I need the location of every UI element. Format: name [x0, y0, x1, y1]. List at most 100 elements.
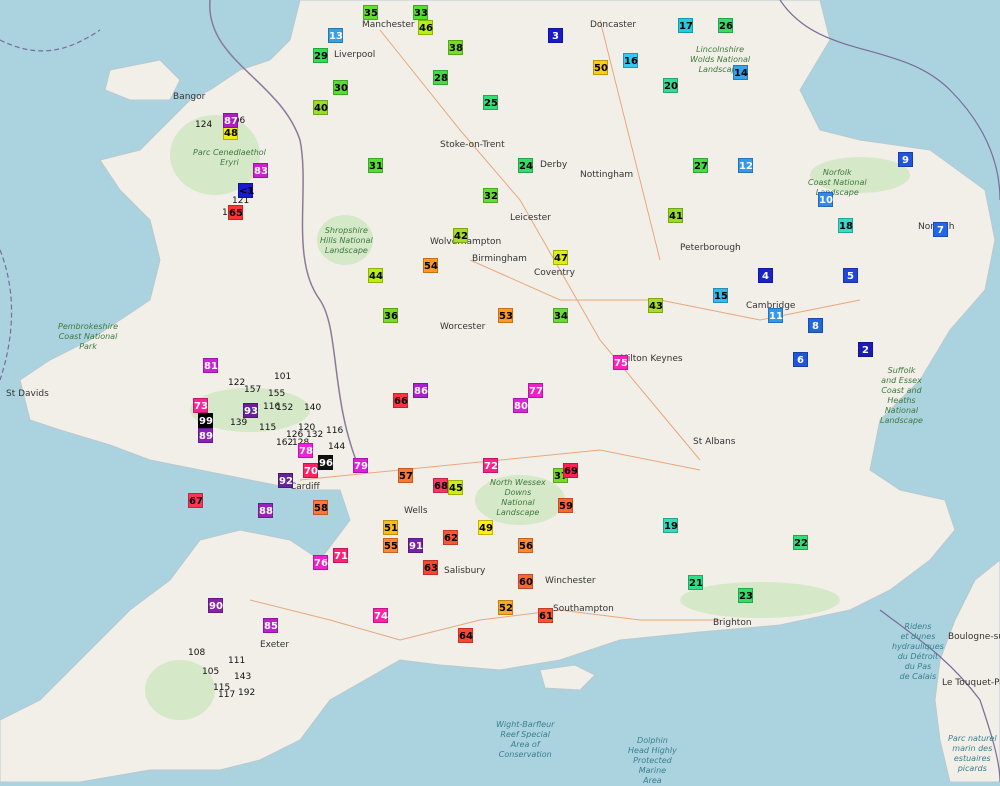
reading-marker[interactable]: 4 [758, 268, 773, 283]
reading-marker[interactable]: 60 [518, 574, 533, 589]
reading-marker[interactable]: 40 [313, 100, 328, 115]
reading-marker[interactable]: 86 [413, 383, 428, 398]
reading-marker[interactable]: 92 [278, 473, 293, 488]
reading-marker[interactable]: 67 [188, 493, 203, 508]
reading-value[interactable]: 144 [328, 442, 345, 453]
reading-marker[interactable]: 41 [668, 208, 683, 223]
reading-marker[interactable]: 55 [383, 538, 398, 553]
reading-value[interactable]: 111 [228, 656, 245, 667]
reading-marker[interactable]: <1 [238, 183, 254, 198]
reading-marker[interactable]: 22 [793, 535, 808, 550]
reading-value[interactable]: 122 [228, 378, 245, 389]
reading-marker[interactable]: 78 [298, 443, 313, 458]
reading-marker[interactable]: 12 [738, 158, 753, 173]
reading-marker[interactable]: 50 [593, 60, 608, 75]
reading-marker[interactable]: 47 [553, 250, 568, 265]
reading-marker[interactable]: 93 [243, 403, 258, 418]
reading-marker[interactable]: 63 [423, 560, 438, 575]
reading-marker[interactable]: 90 [208, 598, 223, 613]
reading-value[interactable]: 116 [326, 426, 343, 437]
reading-marker[interactable]: 49 [478, 520, 493, 535]
reading-marker[interactable]: 88 [258, 503, 273, 518]
reading-marker[interactable]: 33 [413, 5, 428, 20]
reading-marker[interactable]: 61 [538, 608, 553, 623]
reading-marker[interactable]: 15 [713, 288, 728, 303]
reading-marker[interactable]: 23 [738, 588, 753, 603]
reading-marker[interactable]: 28 [433, 70, 448, 85]
reading-marker[interactable]: 99 [198, 413, 213, 428]
reading-marker[interactable]: 45 [448, 480, 463, 495]
reading-marker[interactable]: 19 [663, 518, 678, 533]
reading-marker[interactable]: 10 [818, 192, 833, 207]
reading-marker[interactable]: 77 [528, 383, 543, 398]
reading-marker[interactable]: 5 [843, 268, 858, 283]
reading-marker[interactable]: 83 [253, 163, 268, 178]
reading-marker[interactable]: 9 [898, 152, 913, 167]
reading-value[interactable]: 105 [202, 667, 219, 678]
reading-marker[interactable]: 62 [443, 530, 458, 545]
reading-value[interactable]: 108 [188, 648, 205, 659]
reading-marker[interactable]: 59 [558, 498, 573, 513]
reading-value[interactable]: 126 [286, 430, 303, 441]
reading-marker[interactable]: 53 [498, 308, 513, 323]
reading-marker[interactable]: 32 [483, 188, 498, 203]
reading-value[interactable]: 143 [234, 672, 251, 683]
reading-marker[interactable]: 58 [313, 500, 328, 515]
reading-value[interactable]: 124 [195, 120, 212, 131]
reading-marker[interactable]: 30 [333, 80, 348, 95]
reading-marker[interactable]: 35 [363, 5, 378, 20]
reading-marker[interactable]: 65 [228, 205, 243, 220]
reading-marker[interactable]: 8 [808, 318, 823, 333]
reading-marker[interactable]: 73 [193, 398, 208, 413]
reading-value[interactable]: 101 [274, 372, 291, 383]
reading-marker[interactable]: 74 [373, 608, 388, 623]
reading-marker[interactable]: 21 [688, 575, 703, 590]
reading-value[interactable]: 157 [244, 385, 261, 396]
reading-marker[interactable]: 69 [563, 463, 578, 478]
reading-value[interactable]: 140 [304, 403, 321, 414]
reading-marker[interactable]: 54 [423, 258, 438, 273]
reading-marker[interactable]: 44 [368, 268, 383, 283]
reading-value[interactable]: 152 [276, 403, 293, 414]
reading-marker[interactable]: 71 [333, 548, 348, 563]
reading-marker[interactable]: 18 [838, 218, 853, 233]
reading-marker[interactable]: 13 [328, 28, 343, 43]
reading-marker[interactable]: 76 [313, 555, 328, 570]
reading-marker[interactable]: 25 [483, 95, 498, 110]
reading-marker[interactable]: 14 [733, 65, 748, 80]
reading-marker[interactable]: 72 [483, 458, 498, 473]
reading-marker[interactable]: 3 [548, 28, 563, 43]
reading-marker[interactable]: 26 [718, 18, 733, 33]
reading-marker[interactable]: 79 [353, 458, 368, 473]
reading-marker[interactable]: 46 [418, 20, 433, 35]
reading-marker[interactable]: 87 [223, 113, 238, 128]
reading-marker[interactable]: 57 [398, 468, 413, 483]
reading-marker[interactable]: 34 [553, 308, 568, 323]
reading-marker[interactable]: 17 [678, 18, 693, 33]
reading-marker[interactable]: 38 [448, 40, 463, 55]
reading-marker[interactable]: 20 [663, 78, 678, 93]
reading-marker[interactable]: 80 [513, 398, 528, 413]
reading-marker[interactable]: 29 [313, 48, 328, 63]
reading-marker[interactable]: 24 [518, 158, 533, 173]
reading-value[interactable]: 115 [259, 423, 276, 434]
reading-marker[interactable]: 68 [433, 478, 448, 493]
reading-marker[interactable]: 11 [768, 308, 783, 323]
reading-value[interactable]: 155 [268, 389, 285, 400]
reading-value[interactable]: 117 [218, 690, 235, 701]
reading-marker[interactable]: 75 [613, 355, 628, 370]
reading-marker[interactable]: 91 [408, 538, 423, 553]
reading-value[interactable]: 139 [230, 418, 247, 429]
reading-marker[interactable]: 89 [198, 428, 213, 443]
reading-marker[interactable]: 27 [693, 158, 708, 173]
reading-marker[interactable]: 96 [318, 455, 333, 470]
reading-marker[interactable]: 70 [303, 463, 318, 478]
reading-marker[interactable]: 64 [458, 628, 473, 643]
reading-marker[interactable]: 36 [383, 308, 398, 323]
reading-marker[interactable]: 6 [793, 352, 808, 367]
reading-marker[interactable]: 66 [393, 393, 408, 408]
reading-marker[interactable]: 16 [623, 53, 638, 68]
reading-marker[interactable]: 2 [858, 342, 873, 357]
reading-marker[interactable]: 56 [518, 538, 533, 553]
reading-marker[interactable]: 31 [368, 158, 383, 173]
